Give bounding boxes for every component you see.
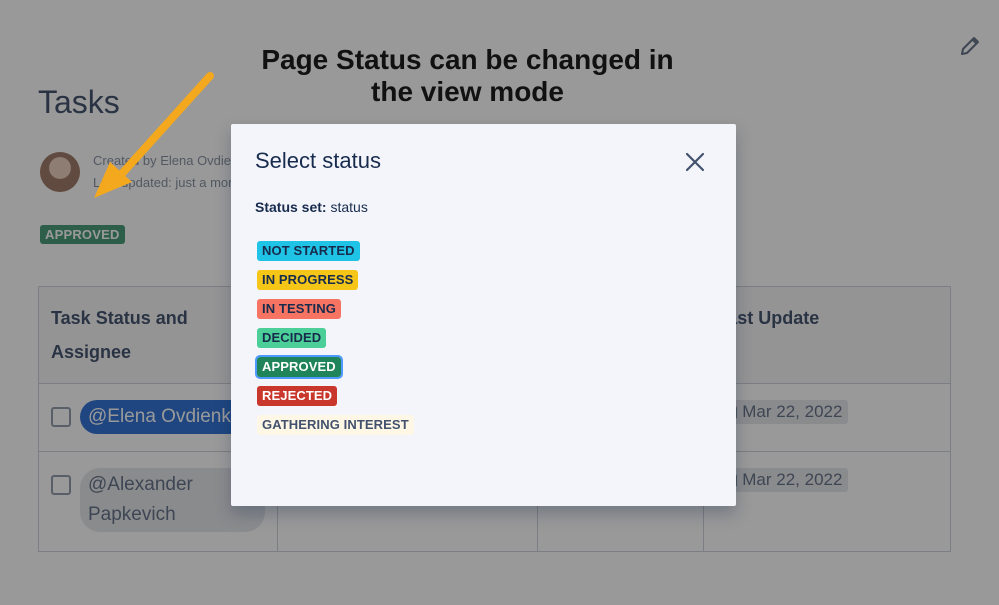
select-status-dialog: Select status Status set: status NOT STA… [231, 124, 736, 506]
status-lozenge-gathering-interest[interactable]: GATHERING INTEREST [257, 414, 414, 435]
close-icon[interactable] [683, 150, 707, 174]
status-set-value: status [330, 199, 368, 215]
status-lozenge-in-progress[interactable]: IN PROGRESS [257, 269, 359, 290]
status-set-info: Status set: status [255, 199, 368, 215]
status-option: DECIDED [257, 323, 414, 352]
status-option: REJECTED [257, 381, 414, 410]
status-options-list: NOT STARTED IN PROGRESS IN TESTING DECID… [255, 236, 414, 439]
annotation-arrow-icon [94, 72, 214, 198]
status-option: IN PROGRESS [257, 265, 414, 294]
annotation-text: Page Status can be changed in the view m… [245, 44, 690, 108]
status-lozenge-in-testing[interactable]: IN TESTING [257, 298, 341, 319]
status-option: APPROVED [255, 352, 414, 381]
status-lozenge-approved[interactable]: APPROVED [255, 354, 343, 379]
status-set-label: Status set: [255, 199, 327, 215]
status-lozenge-rejected[interactable]: REJECTED [257, 385, 338, 406]
annotation-line-1: Page Status can be changed in [261, 44, 674, 75]
status-lozenge-not-started[interactable]: NOT STARTED [257, 240, 360, 261]
annotation-line-2: the view mode [371, 76, 564, 107]
status-option: GATHERING INTEREST [257, 410, 414, 439]
status-option: NOT STARTED [257, 236, 414, 265]
status-lozenge-decided[interactable]: DECIDED [257, 327, 327, 348]
dialog-title: Select status [255, 148, 381, 173]
status-option: IN TESTING [257, 294, 414, 323]
